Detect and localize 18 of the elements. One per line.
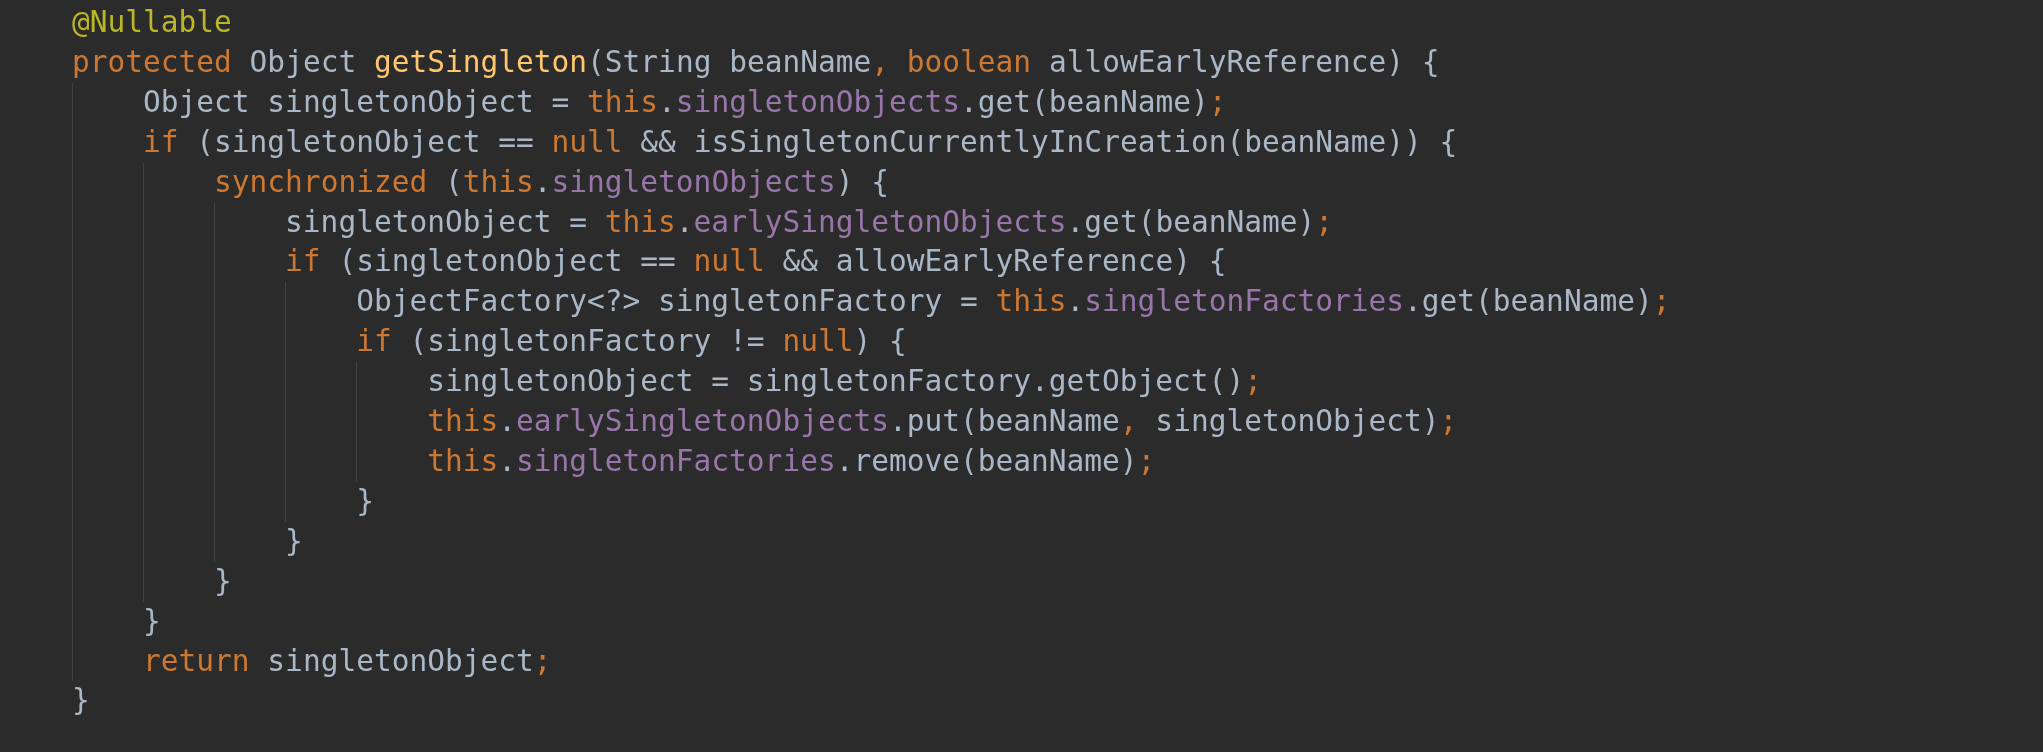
- code-line: Object singletonObject = this.singletonObjects.get(beanName);: [143, 83, 1227, 121]
- code-line: @Nullable: [72, 4, 232, 41]
- code-line: synchronized (this.singletonObjects) {: [214, 163, 889, 201]
- code-line: return singletonObject;: [143, 642, 552, 680]
- code-line: ObjectFactory<?> singletonFactory = this.singletonFactories.get(beanName);: [356, 283, 1671, 321]
- code-line: if (singletonFactory != null) {: [356, 323, 907, 361]
- code-line: }: [285, 522, 303, 560]
- code-line: }: [214, 562, 232, 600]
- code-line: if (singletonObject == null && isSingletonCurrentlyInCreation(beanName)) {: [143, 123, 1458, 161]
- code-line: protected Object getSingleton(String beanName, boolean allowEarlyReference) {: [72, 43, 1440, 81]
- code-line: if (singletonObject == null && allowEarlyReference) {: [285, 243, 1227, 281]
- code-line: this.earlySingletonObjects.put(beanName, singletonObject);: [427, 403, 1458, 441]
- code-line: }: [356, 482, 374, 520]
- code-line: }: [72, 682, 90, 720]
- code-line: }: [143, 602, 161, 640]
- code-line: this.singletonFactories.remove(beanName);: [427, 442, 1156, 480]
- code-line: singletonObject = singletonFactory.getObject();: [427, 363, 1262, 401]
- code-line: singletonObject = this.earlySingletonObjects.get(beanName);: [285, 203, 1333, 241]
